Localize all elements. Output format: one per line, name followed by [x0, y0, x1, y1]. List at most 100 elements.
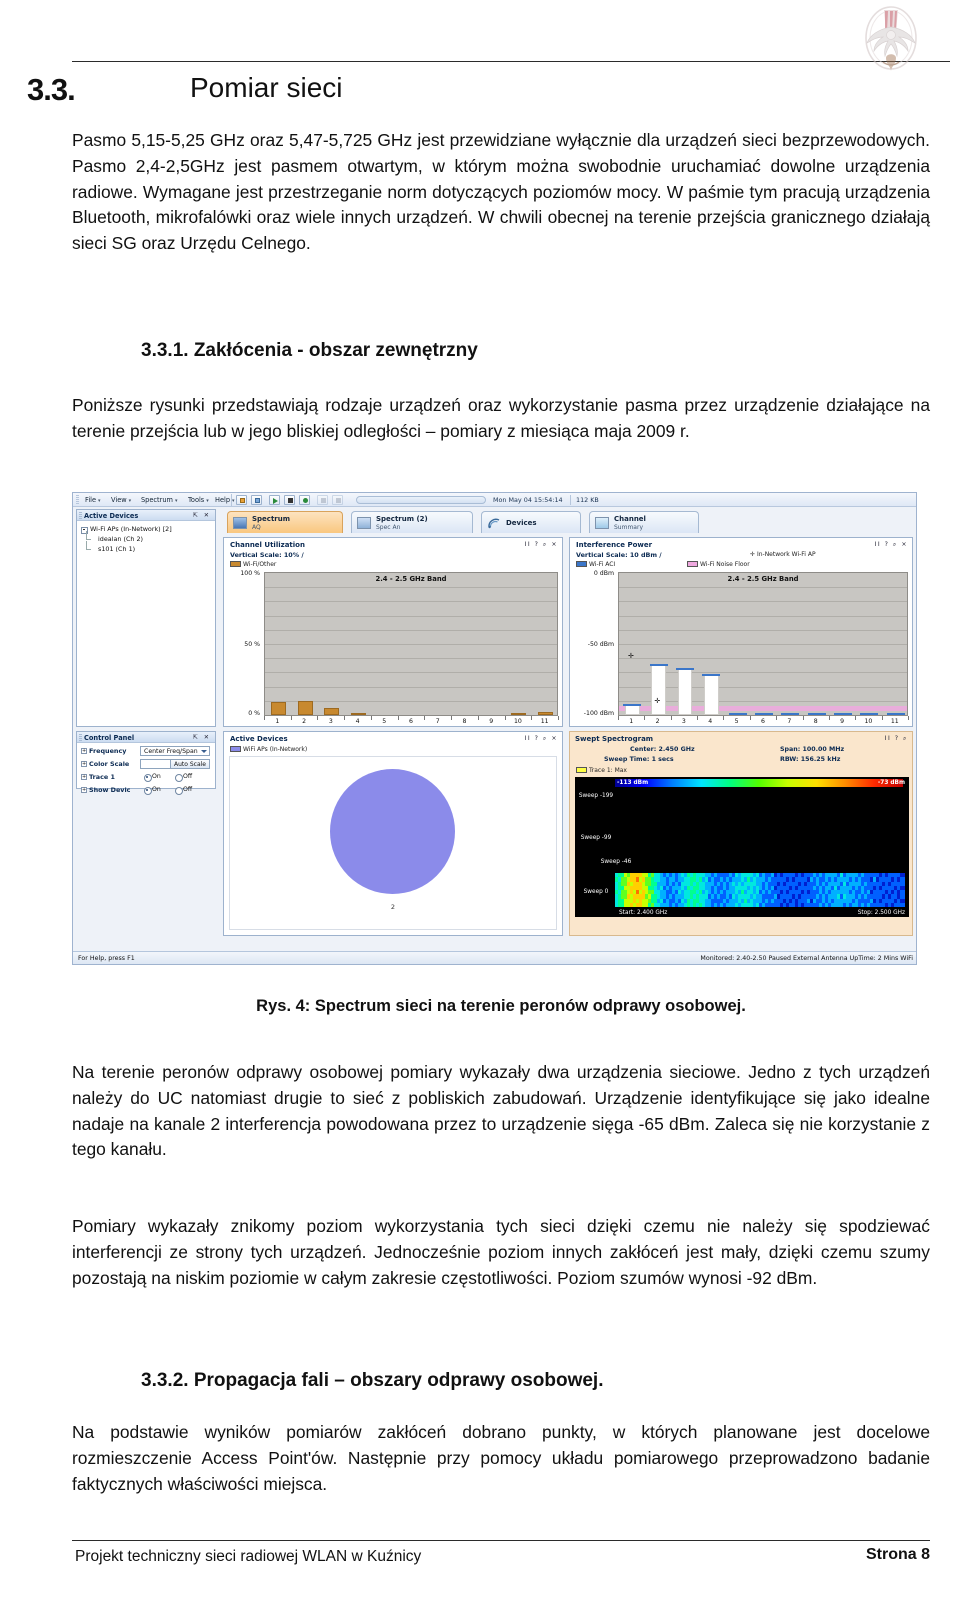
tab-spectrum[interactable]: Spectrum AQ	[227, 511, 343, 533]
swept-spectrogram-controls[interactable]: II ? ⌕	[885, 735, 908, 743]
paragraph-5: Na podstawie wyników pomiarów zakłóceń d…	[72, 1422, 930, 1494]
sweep-label-46: Sweep -46	[600, 859, 632, 865]
color-scale-label: Color Scale	[89, 760, 130, 768]
open-icon[interactable]	[236, 495, 247, 505]
active-devices-title: Active Devices	[84, 512, 139, 520]
record-icon[interactable]	[299, 495, 310, 505]
x-tick-label-2: 2	[302, 718, 307, 725]
bar-channel-4	[351, 713, 366, 715]
next-icon[interactable]	[332, 495, 343, 505]
gridline	[619, 658, 907, 660]
show-device-radio-off[interactable]: Off	[174, 786, 192, 795]
prev-icon[interactable]	[317, 495, 328, 505]
active-devices-chart-controls[interactable]: II ? ⌕ ×	[525, 735, 558, 743]
cu-ytick-0: 0 %	[248, 710, 260, 717]
spectrogram-span: Span: 100.00 MHz	[780, 746, 845, 753]
auto-scale-button[interactable]: Auto Scale	[170, 759, 210, 769]
gridline	[619, 644, 907, 645]
pane-header-buttons[interactable]: ⇱ ✕	[193, 512, 211, 519]
control-panel-title: Control Panel	[84, 734, 135, 742]
tab-channel-summary[interactable]: Channel Summary	[589, 511, 699, 533]
control-row-show-device: + Show Devic On Off	[80, 784, 212, 796]
page-title: Pomiar sieci	[190, 72, 343, 103]
show-device-expand-icon[interactable]: +	[81, 786, 87, 793]
toolbar-separator	[231, 494, 232, 506]
paragraph-2: Poniższe rysunki przedstawiają rodzaje u…	[72, 395, 930, 441]
active-devices-chart-title: Active Devices	[230, 735, 288, 743]
x-tick-label-7: 7	[435, 718, 440, 725]
tree-node-idealan[interactable]: idealan (Ch 2)	[81, 531, 172, 544]
document-page: 3.3. Pomiar sieci Pasmo 5,15-5,25 GHz or…	[0, 0, 960, 1617]
x-tick-label-3: 3	[328, 718, 333, 725]
subsection-1-heading: 3.3.1. Zakłócenia - obszar zewnętrzny	[141, 340, 478, 361]
menu-item-tools[interactable]: Tools ▾	[188, 496, 209, 504]
ip-legend-aci: Wi-Fi ACI	[576, 561, 615, 568]
pane-grip-icon[interactable]	[79, 512, 82, 519]
show-device-radio-on[interactable]: On	[144, 786, 161, 795]
tab-devices[interactable]: Devices	[481, 511, 581, 533]
save-icon[interactable]	[251, 495, 262, 505]
gridline	[265, 587, 557, 589]
x-tick-label-5: 5	[734, 718, 739, 725]
x-tick-label-4: 4	[708, 718, 713, 725]
control-row-color-scale: + Color Scale Auto Scale	[80, 758, 212, 770]
cu-ytick-50: 50 %	[244, 641, 260, 648]
app-statusbar: For Help, press F1 Monitored: 2.40-2.50 …	[73, 951, 916, 964]
channel-utilization-plot: 2.4 - 2.5 GHz Band	[264, 572, 558, 716]
gridline	[265, 658, 557, 660]
interference-power-panel: Interference Power II ? ⌕ × Vertical Sca…	[569, 537, 913, 727]
x-tick-label-10: 10	[864, 718, 873, 725]
menu-item-view[interactable]: View ▾	[111, 496, 131, 504]
trace-radio-off[interactable]: Off	[174, 773, 192, 782]
ip-ytick-50: -50 dBm	[587, 641, 614, 648]
menubar-grip-icon[interactable]	[76, 495, 79, 505]
tab-spectrum-2[interactable]: Spectrum (2) Spec An	[351, 511, 473, 533]
x-tick-label-7: 7	[787, 718, 792, 725]
swept-spectrogram-title: Swept Spectrogram	[575, 735, 654, 743]
gridline	[265, 615, 557, 617]
control-panel-header-buttons[interactable]: ⇱ ✕	[193, 734, 211, 741]
spectrogram-center: Center: 2.450 GHz	[630, 746, 695, 753]
trace-radio-on[interactable]: On	[144, 773, 161, 782]
spectrogram-color-min: -113 dBm	[617, 779, 649, 786]
ip-band-label: 2.4 - 2.5 GHz Band	[727, 575, 799, 583]
channel-utilization-panel-controls[interactable]: II ? ⌕ ×	[525, 541, 558, 549]
x-tick-label-1: 1	[629, 718, 634, 725]
capture-progress-bar	[356, 496, 486, 504]
color-scale-expand-icon[interactable]: +	[81, 760, 87, 767]
x-tick-label-2: 2	[655, 718, 660, 725]
play-icon[interactable]	[269, 495, 280, 505]
ip-legend-noise: Wi-Fi Noise Floor	[687, 561, 750, 568]
spectrogram-start: Start: 2.400 GHz	[619, 910, 668, 916]
menu-item-spectrum[interactable]: Spectrum ▾	[141, 496, 177, 504]
x-tick-label-8: 8	[462, 718, 467, 725]
pie-slice-wifi-aps[interactable]	[330, 769, 455, 894]
tree-node-root[interactable]: Wi-Fi APs (In-Network) [2]	[81, 524, 172, 534]
interference-bar-channel-1	[624, 704, 640, 715]
frequency-value: Center Freq/Span	[144, 748, 198, 755]
spectrogram-body[interactable]: -113 dBm -73 dBm Sweep -199 Sweep -99 Sw…	[575, 777, 909, 917]
footer-divider	[72, 1540, 930, 1541]
interference-power-panel-controls[interactable]: II ? ⌕ ×	[875, 541, 908, 549]
bar-channel-11	[538, 712, 554, 715]
control-panel-grip-icon[interactable]	[79, 734, 82, 741]
active-devices-chart-panel: Active Devices II ? ⌕ × WiFi APs (In-Net…	[223, 731, 563, 936]
bar-channel-10	[511, 712, 527, 715]
trace-expand-icon[interactable]: +	[81, 773, 87, 780]
tab-spectrum-label: Spectrum	[252, 515, 291, 523]
statusbar-status-text: Monitored: 2.40-2.50 Paused External Ant…	[700, 955, 913, 962]
chevron-down-icon	[201, 749, 207, 753]
interference-cap-channel-5	[728, 712, 747, 715]
active-devices-tree[interactable]: Wi-Fi APs (In-Network) [2] idealan (Ch 2…	[81, 524, 172, 554]
frequency-expand-icon[interactable]: +	[81, 747, 87, 754]
stop-icon[interactable]	[284, 495, 295, 505]
tree-node-s101[interactable]: s101 (Ch 1)	[81, 541, 172, 554]
x-tick-label-6: 6	[409, 718, 413, 725]
spectrum-tab-icon	[233, 517, 247, 529]
waterfall-cell	[900, 902, 905, 908]
bar-channel-3	[324, 707, 340, 715]
sweep-label-99: Sweep -99	[580, 835, 612, 841]
menu-item-file[interactable]: File ▾	[85, 496, 101, 504]
frequency-select[interactable]: Center Freq/Span	[140, 746, 210, 756]
footer-page-number: Strona 8	[865, 1546, 930, 1563]
